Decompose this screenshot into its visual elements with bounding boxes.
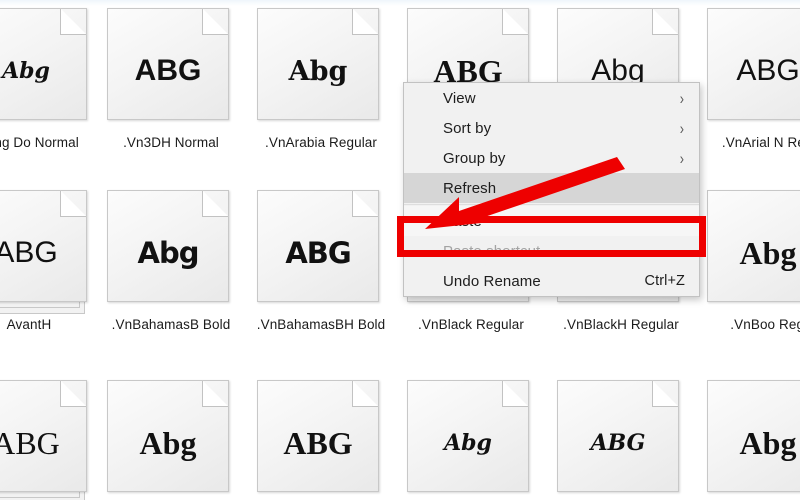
font-preview-glyph: Abg (288, 55, 348, 87)
font-preview-glyph: ABG (283, 425, 353, 461)
font-file-stack-icon[interactable]: ABG (0, 190, 93, 314)
font-file-icon[interactable]: Abg (0, 8, 93, 128)
font-file-icon[interactable]: ABG (257, 190, 385, 310)
font-preview-glyph: ABG (590, 430, 646, 456)
file-item[interactable]: ABG (0, 380, 100, 500)
file-label: .VnBlack Regular (418, 317, 524, 332)
font-file-icon[interactable]: ABG (707, 8, 800, 128)
file-item[interactable]: ABG .VnArial N Regu (700, 8, 800, 152)
context-menu[interactable]: View › Sort by › Group by › Refresh Paste Paste … (403, 82, 700, 297)
file-label: AvantH (6, 317, 52, 332)
menu-item-label: Paste (443, 212, 482, 230)
font-file-icon[interactable]: Abg (107, 190, 235, 310)
file-label: -Ong Do Normal (0, 135, 79, 150)
menu-item-paste-shortcut: Paste shortcut (404, 236, 699, 266)
font-preview-glyph: Abg (739, 235, 797, 271)
file-item[interactable]: Abg (100, 380, 242, 500)
font-preview-glyph: ABG (0, 236, 58, 269)
file-label: .Vn3DH Normal (123, 135, 219, 150)
file-grid-row: ABG Abg ABG Abg ABG Abg (0, 380, 800, 500)
menu-item-shortcut: Ctrl+Z (644, 273, 685, 289)
font-preview-glyph: ABG (736, 54, 800, 87)
font-file-icon[interactable]: ABG (257, 380, 385, 500)
menu-item-label: Sort by (443, 119, 492, 137)
font-file-icon[interactable]: Abg (257, 8, 385, 128)
font-preview-glyph: Abg (739, 425, 797, 461)
file-item[interactable]: ABG .Vn3DH Normal (100, 8, 242, 152)
font-preview-glyph: ABG (285, 235, 351, 270)
menu-item-group-by[interactable]: Group by › (404, 143, 699, 173)
file-label: .VnBoo Regu (730, 317, 800, 332)
font-file-stack-icon[interactable]: ABG (0, 380, 93, 500)
chevron-right-icon: › (679, 118, 685, 138)
font-preview-glyph: Abg (444, 430, 492, 456)
menu-item-label: Refresh (443, 179, 497, 197)
font-preview-glyph: Abg (137, 235, 200, 270)
menu-item-label: Group by (443, 149, 506, 167)
file-label: .VnArabia Regular (264, 135, 377, 150)
file-item[interactable]: ABG (550, 380, 692, 500)
file-item[interactable]: ABG .VnBahamasBH Bold (250, 190, 392, 334)
menu-item-paste[interactable]: Paste (404, 206, 699, 236)
font-preview-glyph: ABG (0, 425, 60, 461)
file-item[interactable]: ABG (250, 380, 392, 500)
font-file-icon[interactable]: Abg (407, 380, 535, 500)
menu-item-label: Undo Rename (443, 272, 541, 290)
file-label: .VnBahamasBH Bold (256, 317, 386, 332)
menu-item-label: View (443, 89, 476, 107)
file-item[interactable]: Abg (400, 380, 542, 500)
font-file-icon[interactable]: Abg (707, 190, 800, 310)
chevron-right-icon: › (679, 148, 685, 168)
menu-item-undo-rename[interactable]: Undo Rename Ctrl+Z (404, 266, 699, 296)
file-item[interactable]: Abg .VnBoo Regu (700, 190, 800, 334)
file-item[interactable]: Abg (700, 380, 800, 500)
menu-separator (404, 204, 699, 205)
file-label: .VnBahamasB Bold (111, 317, 231, 332)
file-item[interactable]: Abg -Ong Do Normal (0, 8, 100, 152)
font-file-icon[interactable]: Abg (707, 380, 800, 500)
file-label: .VnArial N Regu (721, 135, 800, 150)
menu-item-refresh[interactable]: Refresh (404, 173, 699, 203)
menu-item-sort-by[interactable]: Sort by › (404, 113, 699, 143)
font-preview-glyph: ABG (134, 54, 202, 87)
menu-item-label: Paste shortcut (443, 242, 541, 260)
chevron-right-icon: › (679, 88, 685, 108)
file-item[interactable]: Abg .VnArabia Regular (250, 8, 392, 152)
font-preview-glyph: Abg (139, 425, 197, 461)
file-label: .VnBlackH Regular (563, 317, 679, 332)
menu-item-view[interactable]: View › (404, 83, 699, 113)
file-item[interactable]: ABG AvantH (0, 190, 100, 334)
font-preview-glyph: Abg (2, 58, 50, 84)
font-file-icon[interactable]: ABG (557, 380, 685, 500)
font-file-icon[interactable]: Abg (107, 380, 235, 500)
file-item[interactable]: Abg .VnBahamasB Bold (100, 190, 242, 334)
font-file-icon[interactable]: ABG (107, 8, 235, 128)
